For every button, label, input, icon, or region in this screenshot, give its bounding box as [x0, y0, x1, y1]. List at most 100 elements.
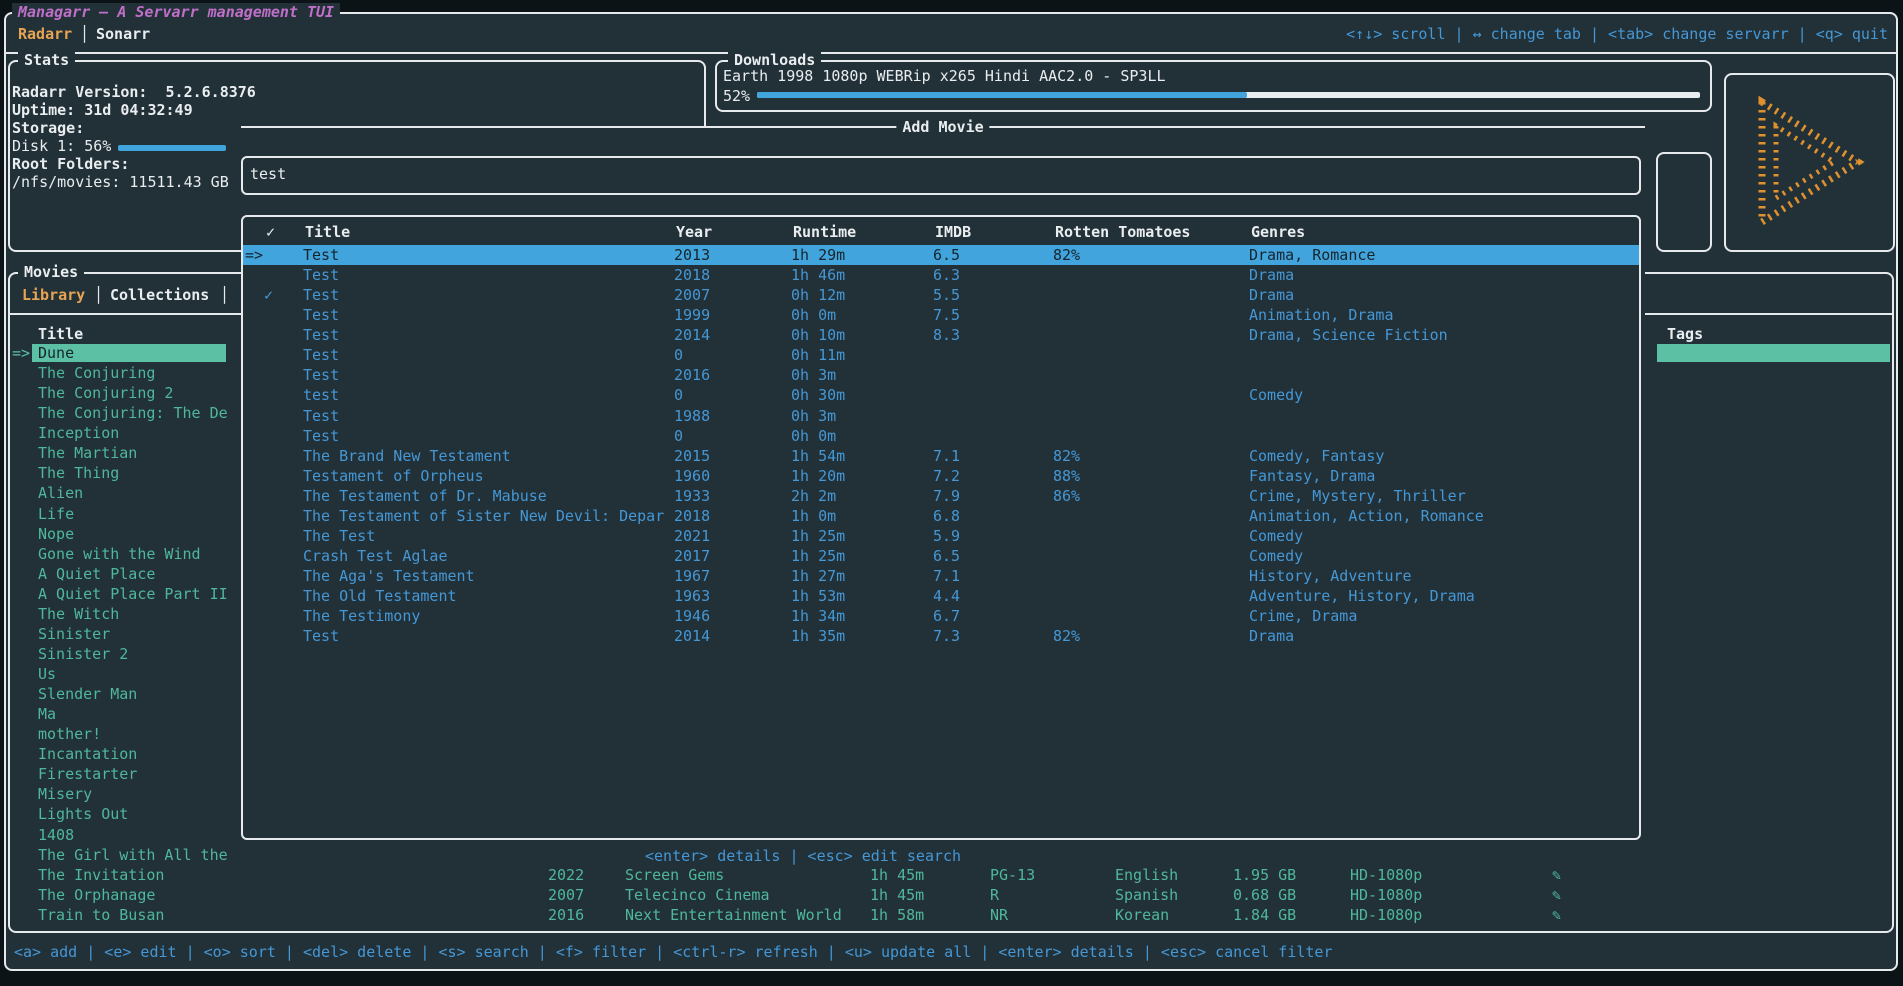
- add-movie-result-row[interactable]: Testament of Orpheus19601h 20m7.288%Fant…: [243, 466, 1639, 486]
- selection-arrow: =>: [245, 245, 263, 265]
- column-header-imdb: IMDB: [935, 222, 971, 242]
- add-movie-result-row[interactable]: Crash Test Aglae20171h 25m6.5Comedy: [243, 546, 1639, 566]
- add-movie-result-row[interactable]: Test00h 0m: [243, 426, 1639, 446]
- result-genres: Comedy, Fantasy: [1249, 446, 1384, 466]
- result-runtime: 0h 10m: [791, 325, 845, 345]
- add-movie-result-row[interactable]: Test20181h 46m6.3Drama: [243, 265, 1639, 285]
- add-movie-search-input[interactable]: test: [250, 164, 286, 184]
- result-title: Test: [303, 305, 339, 325]
- result-title: Test: [303, 265, 339, 285]
- library-movie-row[interactable]: Sinister 2: [0, 644, 240, 664]
- result-year: 2018: [674, 506, 710, 526]
- movies-table-row[interactable]: 2016Next Entertainment World1h 58mNRKore…: [0, 905, 1640, 925]
- movie-certification: NR: [990, 905, 1008, 925]
- movie-certification: R: [990, 885, 999, 905]
- library-movie-row[interactable]: mother!: [0, 724, 240, 744]
- stats-disk-label: Disk 1: 56%: [12, 136, 111, 156]
- library-movie-row[interactable]: Lights Out: [0, 804, 240, 824]
- movie-title: A Quiet Place Part II: [38, 584, 228, 604]
- library-movie-row[interactable]: Sinister: [0, 624, 240, 644]
- movie-studio: Telecinco Cinema: [625, 885, 770, 905]
- movie-title: Dune: [38, 343, 74, 363]
- result-genres: Animation, Drama: [1249, 305, 1394, 325]
- add-movie-popup: Add Movie test ✓ Title Year Runtime IMDB…: [241, 126, 1645, 862]
- library-movie-row[interactable]: The Girl with All the: [0, 845, 240, 865]
- result-year: 1988: [674, 406, 710, 426]
- tab-radarr[interactable]: Radarr: [18, 24, 72, 44]
- add-movie-result-row[interactable]: ✓Test20070h 12m5.5Drama: [243, 285, 1639, 305]
- result-runtime: 2h 2m: [791, 486, 836, 506]
- tab-library[interactable]: Library: [22, 285, 85, 305]
- add-movie-result-row[interactable]: Test19990h 0m7.5Animation, Drama: [243, 305, 1639, 325]
- result-year: 2017: [674, 546, 710, 566]
- library-movie-row[interactable]: 1408: [0, 825, 240, 845]
- result-year: 2016: [674, 365, 710, 385]
- result-year: 0: [674, 385, 683, 405]
- download-percent: 52%: [723, 86, 750, 106]
- result-rotten-tomatoes: 82%: [1053, 245, 1080, 265]
- result-title: Testament of Orpheus: [303, 466, 484, 486]
- library-movie-row[interactable]: Incantation: [0, 744, 240, 764]
- add-movie-result-row[interactable]: The Testament of Sister New Devil: Depar…: [243, 506, 1639, 526]
- add-movie-result-row[interactable]: Test00h 11m: [243, 345, 1639, 365]
- movie-title: The Conjuring: The De: [38, 403, 228, 423]
- add-movie-search-box[interactable]: [241, 156, 1641, 195]
- result-runtime: 0h 3m: [791, 406, 836, 426]
- library-movie-row[interactable]: Misery: [0, 784, 240, 804]
- library-movie-row[interactable]: The Conjuring 2: [0, 383, 240, 403]
- add-movie-result-row[interactable]: The Aga's Testament19671h 27m7.1History,…: [243, 566, 1639, 586]
- result-imdb-rating: 7.9: [933, 486, 960, 506]
- result-title: The Testament of Dr. Mabuse: [303, 486, 547, 506]
- library-movie-row[interactable]: Inception: [0, 423, 240, 443]
- library-movie-row[interactable]: Firestarter: [0, 764, 240, 784]
- library-movie-row[interactable]: Ma: [0, 704, 240, 724]
- library-movie-row[interactable]: The Conjuring: The De: [0, 403, 240, 423]
- result-rotten-tomatoes: 82%: [1053, 626, 1080, 646]
- add-movie-result-row[interactable]: The Brand New Testament20151h 54m7.182%C…: [243, 446, 1639, 466]
- movie-title: Gone with the Wind: [38, 544, 201, 564]
- result-genres: Crime, Drama: [1249, 606, 1357, 626]
- library-movie-row[interactable]: The Martian: [0, 443, 240, 463]
- library-movie-row[interactable]: Gone with the Wind: [0, 544, 240, 564]
- library-movie-row[interactable]: The Witch: [0, 604, 240, 624]
- add-movie-result-row[interactable]: Test20141h 35m7.382%Drama: [243, 626, 1639, 646]
- result-genres: History, Adventure: [1249, 566, 1412, 586]
- library-movie-row[interactable]: The Thing: [0, 463, 240, 483]
- library-movie-row[interactable]: Us: [0, 664, 240, 684]
- movie-quality: HD-1080p: [1350, 865, 1422, 885]
- movie-title: The Thing: [38, 463, 119, 483]
- library-movie-row[interactable]: Alien: [0, 483, 240, 503]
- library-movie-row[interactable]: =>Dune: [0, 343, 240, 363]
- add-movie-result-row[interactable]: The Test20211h 25m5.9Comedy: [243, 526, 1639, 546]
- movie-studio: Screen Gems: [625, 865, 724, 885]
- library-movie-row[interactable]: The Conjuring: [0, 363, 240, 383]
- library-movie-row[interactable]: Life: [0, 504, 240, 524]
- add-movie-result-row[interactable]: The Testament of Dr. Mabuse19332h 2m7.98…: [243, 486, 1639, 506]
- movie-certification: PG-13: [990, 865, 1035, 885]
- tab-sonarr[interactable]: Sonarr: [96, 24, 150, 44]
- result-year: 2013: [674, 245, 710, 265]
- result-runtime: 1h 53m: [791, 586, 845, 606]
- result-title: The Test: [303, 526, 375, 546]
- library-movie-row[interactable]: Slender Man: [0, 684, 240, 704]
- add-movie-result-row[interactable]: =>Test20131h 29m6.582%Drama, Romance: [243, 245, 1639, 265]
- movie-year: 2022: [548, 865, 584, 885]
- movies-table-row[interactable]: 2022Screen Gems1h 45mPG-13English1.95 GB…: [0, 865, 1640, 885]
- add-movie-result-row[interactable]: The Old Testament19631h 53m4.4Adventure,…: [243, 586, 1639, 606]
- add-movie-result-row[interactable]: The Testimony19461h 34m6.7Crime, Drama: [243, 606, 1639, 626]
- movie-title: The Martian: [38, 443, 137, 463]
- add-movie-result-row[interactable]: test00h 30mComedy: [243, 385, 1639, 405]
- library-movie-row[interactable]: Nope: [0, 524, 240, 544]
- result-title: Test: [303, 626, 339, 646]
- add-movie-result-row[interactable]: Test20140h 10m8.3Drama, Science Fiction: [243, 325, 1639, 345]
- movies-table-row[interactable]: 2007Telecinco Cinema1h 45mRSpanish0.68 G…: [0, 885, 1640, 905]
- tab-collections[interactable]: Collections: [110, 285, 209, 305]
- add-movie-result-row[interactable]: Test19880h 3m: [243, 406, 1639, 426]
- result-genres: Adventure, History, Drama: [1249, 586, 1475, 606]
- library-movie-row[interactable]: A Quiet Place Part II: [0, 584, 240, 604]
- add-movie-result-row[interactable]: Test20160h 3m: [243, 365, 1639, 385]
- library-movie-row[interactable]: A Quiet Place: [0, 564, 240, 584]
- movie-title: Nope: [38, 524, 74, 544]
- result-imdb-rating: 7.1: [933, 446, 960, 466]
- top-keybind-hints: <↑↓> scroll | ↔ change tab | <tab> chang…: [1346, 24, 1888, 44]
